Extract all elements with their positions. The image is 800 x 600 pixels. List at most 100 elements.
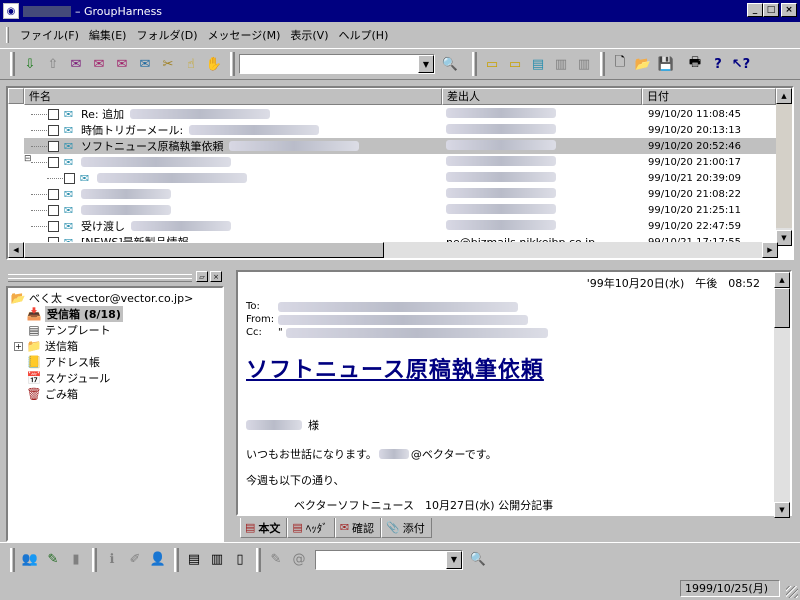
resize-grip[interactable] [786,586,798,598]
list-vscroll-track[interactable] [776,104,792,228]
find-icon[interactable]: 🔍 [439,53,461,75]
toolbar-grip[interactable] [10,547,15,572]
forward-icon[interactable]: ✉ [134,53,156,75]
bottom-combo[interactable]: ▼ [315,549,463,570]
expand-icon[interactable]: + [14,341,23,351]
list-hscroll[interactable]: ◀ ▶ [8,242,778,258]
person-icon[interactable]: 👤 [147,549,169,571]
help-icon[interactable]: ? [707,53,729,75]
menu-view[interactable]: 表示(V) [285,27,333,43]
pane-close-icon[interactable]: × [210,271,222,282]
menu-help[interactable]: ヘルプ(H) [334,27,394,43]
app-icon[interactable]: ◉ [3,3,19,19]
folder-item[interactable]: + 📁 送信箱 [10,338,222,354]
message-row[interactable]: ✉ ソフトニュース原稿執筆依頼 99/10/20 20:52:46 [24,138,776,154]
message-checkbox[interactable] [48,220,59,232]
tree-line[interactable]: ⊟ [24,154,48,170]
menu-grip[interactable] [6,27,9,43]
menu-folder[interactable]: フォルダ(D) [131,27,202,43]
message-checkbox[interactable] [48,140,59,152]
chevron-down-icon[interactable]: ▼ [446,550,462,569]
message-row[interactable]: ✉ 99/10/20 21:25:11 [24,202,776,218]
new-doc-icon[interactable]: 🗋 [609,53,631,75]
users-icon[interactable]: 👥 [19,549,41,571]
list-hscroll-thumb[interactable] [24,242,384,258]
message-checkbox[interactable] [48,124,59,136]
notes-icon[interactable]: ▤ [527,53,549,75]
message-checkbox[interactable] [64,172,75,184]
menu-file[interactable]: ファイル(F) [15,27,84,43]
folder-new-icon[interactable]: ▭ [504,53,526,75]
minimize-button[interactable]: _ [747,3,763,17]
tab-confirm[interactable]: ✉ 確認 [334,518,382,538]
toolbar-separator [92,547,97,572]
reply-all-icon[interactable]: ✉ [111,53,133,75]
tab-body[interactable]: ▤ 本文 [240,518,288,538]
mail-icon: ✉ [79,171,90,185]
pane-grip[interactable] [8,278,192,282]
menu-edit[interactable]: 編集(E) [84,27,132,43]
search-input[interactable] [240,55,418,73]
message-checkbox[interactable] [48,188,59,200]
scroll-left-icon[interactable]: ◀ [8,242,24,258]
menu-message[interactable]: メッセージ(M) [203,27,286,43]
column-subject[interactable]: 件名 [24,88,442,105]
close-button[interactable]: × [781,3,797,17]
message-checkbox[interactable] [48,204,59,216]
message-row[interactable]: ✉ 99/10/20 21:08:22 [24,186,776,202]
chevron-down-icon[interactable]: ▼ [418,55,434,73]
reply-icon[interactable]: ✉ [88,53,110,75]
hand-icon[interactable]: ☝ [180,53,202,75]
folder-item[interactable]: ▤ テンプレート [10,322,222,338]
folder-item[interactable]: 🗑 ごみ箱 [10,386,222,402]
delete-icon[interactable]: ✂ [157,53,179,75]
folder-item[interactable]: 📒 アドレス帳 [10,354,222,370]
bottom-combo-input[interactable] [316,551,446,569]
from-blurred [446,203,556,214]
maximize-button[interactable]: □ [763,3,779,17]
folder-icon[interactable]: ▭ [481,53,503,75]
edit-note-icon[interactable]: ✎ [42,549,64,571]
scroll-up-icon[interactable]: ▲ [774,272,790,288]
print-icon[interactable]: 🖶 [684,53,706,75]
pane-restore-icon[interactable]: ▱ [196,271,208,282]
list-corner-button[interactable] [8,88,24,104]
folder-item[interactable]: 📅 スケジュール [10,370,222,386]
search-combo[interactable]: ▼ [239,54,435,74]
list-icon[interactable]: ▤ [183,549,205,571]
message-row[interactable]: ⊟ ✉ 99/10/20 21:00:17 [24,154,776,170]
stop-icon[interactable]: ✋ [203,53,225,75]
message-checkbox[interactable] [48,108,59,120]
scroll-down-icon[interactable]: ▼ [776,230,792,246]
receive-icon[interactable]: ⇩ [19,53,41,75]
message-checkbox[interactable] [48,156,59,168]
open-icon[interactable]: 📂 [632,53,654,75]
preview-vscroll[interactable]: ▲ ▼ [774,272,790,518]
context-help-icon[interactable]: ↖? [730,53,752,75]
message-row[interactable]: ✉ 99/10/21 20:39:09 [24,170,776,186]
addressbook-icon: 📒 [26,355,42,369]
toolbar-grip[interactable] [10,52,15,76]
send-icon[interactable]: ⇧ [42,53,64,75]
folder-root[interactable]: 📂 べく太 <vector@vector.co.jp> [10,290,222,306]
search-icon[interactable]: 🔍 [467,549,489,571]
message-row[interactable]: ✉ 受け渡し 99/10/20 22:47:59 [24,218,776,234]
message-row[interactable]: ✉[NEWS]最新製品情報ne@bizmails.nikkeibp.co.jp9… [24,234,776,242]
preview-vscroll-thumb[interactable] [774,288,790,328]
page-icon[interactable]: ▯ [229,549,251,571]
scroll-right-icon[interactable]: ▶ [762,242,778,258]
new-message-icon[interactable]: ✉ [65,53,87,75]
column-from[interactable]: 差出人 [442,88,642,105]
columns-icon[interactable]: ▥ [206,549,228,571]
tab-header[interactable]: ▤ ﾍｯﾀﾞ [287,518,335,538]
message-row[interactable]: ✉ 時価トリガーメール: 99/10/20 20:13:13 [24,122,776,138]
column-date[interactable]: 日付 [642,88,776,105]
folder-item[interactable]: 📥 受信箱 (8/18) [10,306,222,322]
message-row[interactable]: ✉ Re: 追加 99/10/20 11:08:45 [24,106,776,122]
save-icon[interactable]: 💾 [655,53,677,75]
scroll-down-icon[interactable]: ▼ [774,502,790,518]
toolbar-separator [256,547,261,572]
tab-attach[interactable]: 📎 添付 [381,518,432,538]
scroll-up-icon[interactable]: ▲ [776,88,792,104]
list-vscroll[interactable]: ▲ ▼ [776,88,792,246]
